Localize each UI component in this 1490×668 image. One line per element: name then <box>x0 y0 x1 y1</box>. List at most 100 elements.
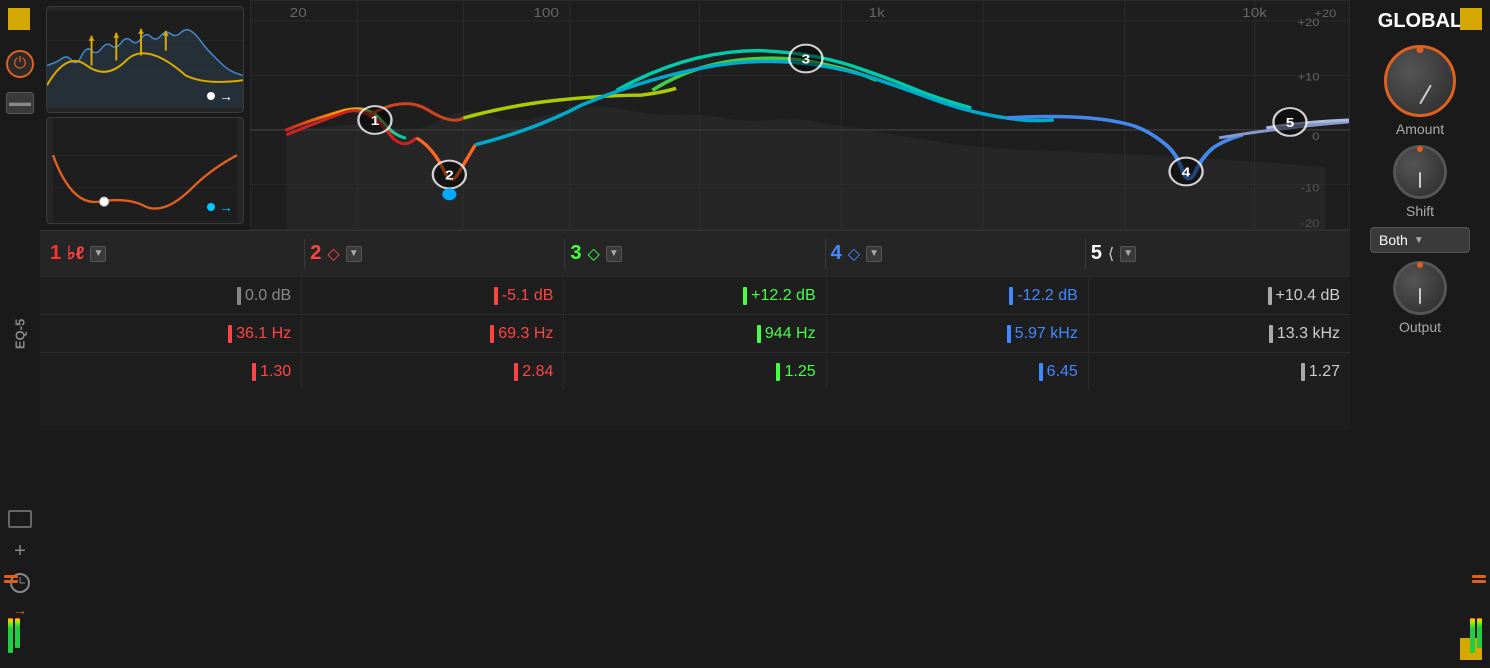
band-5-dropdown[interactable]: ▼ <box>1120 246 1136 262</box>
freq-bar-2 <box>490 325 494 343</box>
window-icon[interactable] <box>8 510 32 528</box>
svg-text:20: 20 <box>290 6 307 21</box>
sidebar-plus[interactable]: + <box>14 540 26 563</box>
gain-cell-1[interactable]: 0.0 dB <box>40 277 302 314</box>
freq-row: 36.1 Hz 69.3 Hz 944 Hz 5.97 kHz 13.3 kHz <box>40 314 1350 352</box>
left-vu-meter <box>8 618 20 653</box>
eq-mini-panel[interactable]: → <box>46 117 244 224</box>
freq-value-3: 944 Hz <box>765 325 816 343</box>
band-1-number: 1 <box>50 242 61 265</box>
spectrum-panel[interactable]: → <box>46 6 244 113</box>
band-3-header[interactable]: 3 ◇ ▼ <box>570 242 819 265</box>
folder-button[interactable]: ▬▬ <box>6 92 34 114</box>
amount-knob[interactable] <box>1384 45 1456 117</box>
yellow-rect-top-left <box>8 8 30 30</box>
band-2-dropdown[interactable]: ▼ <box>346 246 362 262</box>
band-5-header[interactable]: 5 ⟨ ▼ <box>1091 242 1340 265</box>
freq-cell-1[interactable]: 36.1 Hz <box>40 315 302 352</box>
svg-text:4: 4 <box>1182 166 1191 181</box>
svg-text:1k: 1k <box>869 6 886 21</box>
svg-text:+20: +20 <box>1297 16 1319 29</box>
shift-knob-dot <box>1417 146 1423 152</box>
band-4-type-icon: ◇ <box>848 244 860 264</box>
q-cell-2[interactable]: 2.84 <box>302 353 564 390</box>
shift-knob-indicator <box>1419 172 1421 188</box>
eq-display[interactable]: 20 100 1k 10k +20 +20 +10 0 -10 -20 <box>250 0 1350 230</box>
q-cell-5[interactable]: 1.27 <box>1089 353 1350 390</box>
shift-label: Shift <box>1406 203 1434 219</box>
right-arrow-cyan: → <box>219 199 233 215</box>
orange-dashes-right <box>1472 575 1486 583</box>
eq-curve-svg: 20 100 1k 10k +20 +20 +10 0 -10 -20 <box>251 1 1349 229</box>
band-4-dropdown[interactable]: ▼ <box>866 246 882 262</box>
shift-knob[interactable] <box>1393 145 1447 199</box>
panel-arrow-white[interactable]: → <box>207 88 233 104</box>
freq-value-2: 69.3 Hz <box>498 325 553 343</box>
q-cell-3[interactable]: 1.25 <box>564 353 826 390</box>
q-cell-1[interactable]: 1.30 <box>40 353 302 390</box>
q-bar-4 <box>1039 363 1043 381</box>
band-4-header[interactable]: 4 ◇ ▼ <box>831 242 1080 265</box>
amount-label: Amount <box>1396 121 1444 137</box>
freq-cell-2[interactable]: 69.3 Hz <box>302 315 564 352</box>
band-5-type-icon: ⟨ <box>1108 244 1114 264</box>
gain-row: 0.0 dB -5.1 dB +12.2 dB -12.2 dB +10.4 d… <box>40 276 1350 314</box>
band-divider-2 <box>564 239 565 269</box>
freq-cell-3[interactable]: 944 Hz <box>564 315 826 352</box>
band-divider-3 <box>825 239 826 269</box>
q-row: 1.30 2.84 1.25 6.45 1.27 <box>40 352 1350 390</box>
freq-value-5: 13.3 kHz <box>1277 325 1340 343</box>
power-button[interactable]: ⏻ <box>6 50 34 78</box>
freq-value-4: 5.97 kHz <box>1015 325 1078 343</box>
gain-bar-1 <box>237 287 241 305</box>
freq-cell-4[interactable]: 5.97 kHz <box>827 315 1089 352</box>
svg-text:3: 3 <box>802 53 811 68</box>
gain-bar-2 <box>494 287 498 305</box>
gain-cell-3[interactable]: +12.2 dB <box>564 277 826 314</box>
right-sidebar: + GLOBAL Amount Shift Both ▼ Output <box>1350 0 1490 668</box>
band-1-type-icon: ♭ℓ <box>67 243 84 264</box>
shift-knob-container: Shift <box>1393 145 1447 219</box>
gain-cell-5[interactable]: +10.4 dB <box>1089 277 1350 314</box>
gain-cell-2[interactable]: -5.1 dB <box>302 277 564 314</box>
amount-knob-dot <box>1417 46 1424 53</box>
svg-text:0: 0 <box>1312 130 1320 143</box>
q-bar-5 <box>1301 363 1305 381</box>
output-arrow-left: → <box>13 602 27 618</box>
svg-text:+10: +10 <box>1297 70 1319 83</box>
band-divider-1 <box>304 239 305 269</box>
svg-text:1: 1 <box>371 114 380 129</box>
band-3-type-icon: ◇ <box>588 244 600 264</box>
svg-text:10k: 10k <box>1242 6 1268 21</box>
gain-cell-4[interactable]: -12.2 dB <box>827 277 1089 314</box>
band-2-type-icon: ◇ <box>327 244 339 264</box>
controls-row: 1 ♭ℓ ▼ 2 ◇ ▼ 3 ◇ ▼ 4 ◇ ▼ <box>40 230 1350 430</box>
folder-icon: ▬▬ <box>9 97 31 109</box>
freq-cell-5[interactable]: 13.3 kHz <box>1089 315 1350 352</box>
freq-bar-1 <box>228 325 232 343</box>
panels-row: → → <box>40 0 1350 230</box>
main-area: → → <box>40 0 1350 668</box>
band-3-dropdown[interactable]: ▼ <box>606 246 622 262</box>
gain-bar-5 <box>1268 287 1272 305</box>
band-1-header[interactable]: 1 ♭ℓ ▼ <box>50 242 299 265</box>
panel-arrow-cyan[interactable]: → <box>207 199 233 215</box>
svg-text:5: 5 <box>1286 116 1295 131</box>
amount-knob-indicator <box>1419 84 1432 104</box>
both-label: Both <box>1379 232 1408 248</box>
band-1-dropdown[interactable]: ▼ <box>90 246 106 262</box>
both-dropdown[interactable]: Both ▼ <box>1370 227 1470 253</box>
output-knob[interactable] <box>1393 261 1447 315</box>
amount-knob-container: Amount <box>1384 45 1456 137</box>
output-knob-indicator <box>1419 288 1421 304</box>
gain-value-4: -12.2 dB <box>1017 287 1077 305</box>
right-arrow-white: → <box>219 88 233 104</box>
q-value-3: 1.25 <box>784 363 815 381</box>
q-cell-4[interactable]: 6.45 <box>827 353 1089 390</box>
orange-dashes-left <box>4 575 18 583</box>
band-2-header[interactable]: 2 ◇ ▼ <box>310 242 559 265</box>
output-label: Output <box>1399 319 1441 335</box>
band-4-number: 4 <box>831 242 842 265</box>
q-bar-3 <box>776 363 780 381</box>
freq-value-1: 36.1 Hz <box>236 325 291 343</box>
